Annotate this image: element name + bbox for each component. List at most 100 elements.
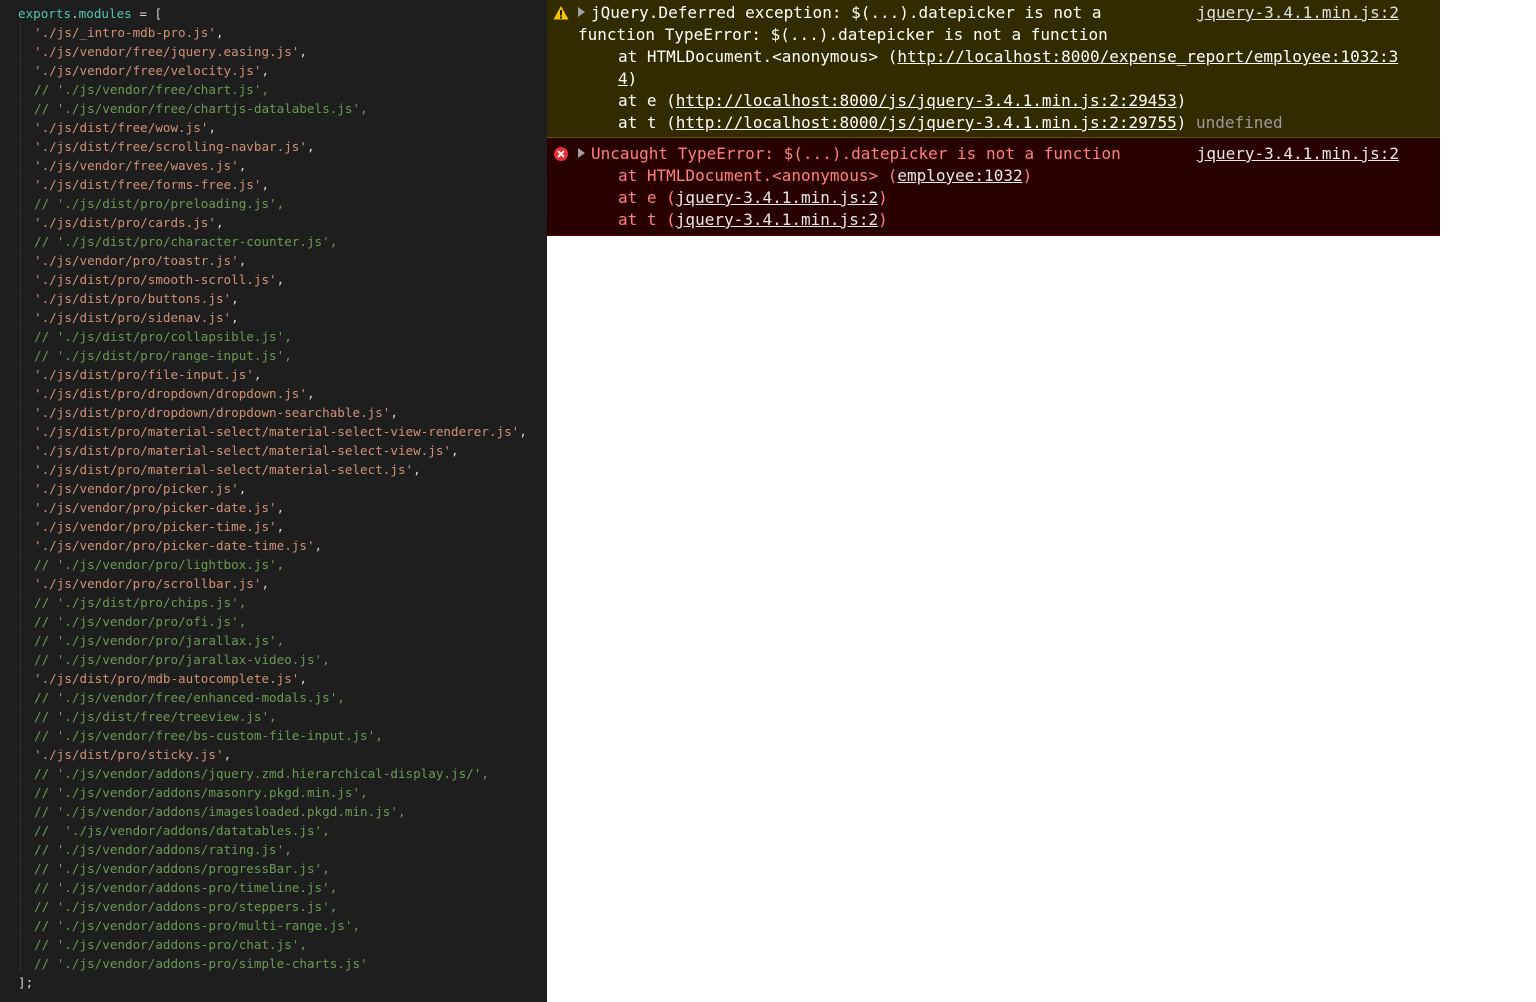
console-error-message[interactable]: jquery-3.4.1.min.js:2 Uncaught TypeError…: [547, 138, 1440, 236]
indent-guide: [20, 745, 21, 764]
comma-punctuation: ,: [299, 671, 307, 686]
string-literal: './js/vendor/free/velocity.js': [34, 63, 262, 78]
comma-punctuation: ,: [238, 481, 247, 496]
comment-text: // './js/vendor/addons/progressBar.js',: [34, 861, 330, 876]
comment-text: // './js/vendor/addons-pro/timeline.js',: [34, 880, 338, 895]
exports-identifier: exports: [18, 6, 72, 21]
comment-text: // './js/vendor/addons-pro/simple-charts…: [34, 956, 368, 971]
indent-guide: [20, 536, 21, 555]
stack-frame-suffix: ): [1176, 113, 1187, 132]
error-icon: [554, 147, 568, 161]
comment-text: // './js/dist/free/treeview.js',: [34, 709, 277, 724]
code-line-module-path: './js/dist/pro/cards.js',: [0, 213, 547, 232]
stack-frame-link[interactable]: employee:1032: [897, 166, 1022, 185]
stack-frame-suffix: ): [1022, 166, 1033, 185]
indent-guide: [20, 175, 21, 194]
expand-triangle-icon[interactable]: [578, 7, 585, 17]
code-line-module-path: './js/dist/pro/sticky.js',: [0, 745, 547, 764]
comma-punctuation: ,: [223, 747, 232, 762]
code-line-module-path: './js/vendor/pro/picker-date.js',: [0, 498, 547, 517]
indent-guide: [20, 479, 21, 498]
stack-frame-suffix: ): [878, 210, 888, 229]
error-stack-frame-0: at HTMLDocument.<anonymous> (employee:10…: [578, 165, 1400, 187]
comment-text: // './js/vendor/free/bs-custom-file-inpu…: [34, 728, 383, 743]
indent-guide: [20, 213, 21, 232]
string-literal: './js/vendor/pro/picker-time.js': [34, 519, 277, 534]
code-editor[interactable]: exports.modules = [ './js/_intro-mdb-pro…: [0, 0, 547, 1002]
code-line-module-path: './js/vendor/free/waves.js',: [0, 156, 547, 175]
code-line-module-path: './js/dist/pro/buttons.js',: [0, 289, 547, 308]
code-line-comment: // './js/dist/pro/collapsible.js',: [0, 327, 547, 346]
stack-frame-url-link[interactable]: http://localhost:8000/js/jquery-3.4.1.mi…: [676, 91, 1177, 110]
code-line-comment: // './js/vendor/addons/jquery.zmd.hierar…: [0, 764, 547, 783]
code-line-comment: // './js/vendor/pro/lightbox.js',: [0, 555, 547, 574]
string-literal: './js/vendor/pro/toastr.js': [34, 253, 239, 268]
code-line-comment: // './js/dist/pro/chips.js',: [0, 593, 547, 612]
code-line-module-path: './js/vendor/free/velocity.js',: [0, 61, 547, 80]
string-literal: './js/dist/pro/cards.js': [34, 215, 216, 230]
stack-frame-link[interactable]: jquery-3.4.1.min.js:2: [676, 210, 878, 229]
indent-guide: [20, 517, 21, 536]
error-source-link[interactable]: jquery-3.4.1.min.js:2: [1197, 143, 1399, 165]
code-line-module-path: './js/dist/pro/smooth-scroll.js',: [0, 270, 547, 289]
indent-guide: [20, 802, 21, 821]
code-line-comment: // './js/vendor/addons/rating.js',: [0, 840, 547, 859]
indent-guide: [20, 840, 21, 859]
string-literal: './js/dist/pro/file-input.js': [34, 367, 254, 382]
indent-guide: [20, 555, 21, 574]
indent-guide: [20, 707, 21, 726]
code-line-module-path: './js/_intro-mdb-pro.js',: [0, 23, 547, 42]
code-line-module-path: './js/dist/pro/dropdown/dropdown-searcha…: [0, 403, 547, 422]
comment-text: // './js/vendor/addons/datatables.js',: [34, 823, 330, 838]
expand-triangle-icon[interactable]: [578, 148, 585, 158]
comma-punctuation: ,: [413, 462, 421, 477]
stack-frame-url-link[interactable]: http://localhost:8000/js/jquery-3.4.1.mi…: [676, 113, 1177, 132]
code-line-close: ];: [0, 973, 547, 992]
indent-guide: [20, 422, 21, 441]
comma-punctuation: ,: [208, 120, 216, 135]
code-lines-container: './js/_intro-mdb-pro.js', './js/vendor/fr…: [0, 23, 547, 973]
code-line-module-path: './js/dist/pro/file-input.js',: [0, 365, 547, 384]
stack-frame-prefix: at HTMLDocument.<anonymous> (: [618, 166, 898, 185]
indent-guide: [20, 137, 21, 156]
code-line-comment: // './js/vendor/free/chartjs-datalabels.…: [0, 99, 547, 118]
modules-property: modules: [78, 6, 132, 21]
comma-punctuation: ,: [276, 500, 285, 515]
stack-frame-link[interactable]: jquery-3.4.1.min.js:2: [676, 188, 878, 207]
warning-source-link[interactable]: jquery-3.4.1.min.js:2: [1197, 2, 1399, 24]
code-line-module-path: './js/dist/free/scrolling-navbar.js',: [0, 137, 547, 156]
warning-stack-frame-0: at HTMLDocument.<anonymous> (http://loca…: [578, 46, 1400, 90]
comment-text: // './js/vendor/addons-pro/steppers.js',: [34, 899, 338, 914]
indent-guide: [20, 308, 21, 327]
indent-guide: [20, 878, 21, 897]
code-line-module-path: './js/vendor/pro/picker-time.js',: [0, 517, 547, 536]
code-line-module-path: './js/dist/free/wow.js',: [0, 118, 547, 137]
comma-punctuation: ,: [238, 253, 247, 268]
indent-guide: [20, 194, 21, 213]
code-line-module-path: './js/dist/pro/mdb-autocomplete.js',: [0, 669, 547, 688]
string-literal: './js/dist/pro/dropdown/dropdown-searcha…: [34, 405, 391, 420]
code-line-module-path: './js/vendor/pro/scrollbar.js',: [0, 574, 547, 593]
comma-punctuation: ,: [390, 405, 398, 420]
string-literal: './js/_intro-mdb-pro.js': [34, 25, 216, 40]
comma-punctuation: ,: [299, 44, 307, 59]
string-literal: './js/dist/pro/sidenav.js': [34, 310, 232, 325]
string-literal: './js/dist/pro/sticky.js': [34, 747, 224, 762]
comma-punctuation: ,: [261, 63, 270, 78]
comment-text: // './js/vendor/pro/jarallax.js',: [34, 633, 285, 648]
string-literal: './js/vendor/pro/picker-date-time.js': [34, 538, 315, 553]
code-line-module-path: './js/vendor/free/jquery.easing.js',: [0, 42, 547, 61]
indent-guide: [20, 612, 21, 631]
console-warning-message[interactable]: jquery-3.4.1.min.js:2 jQuery.Deferred ex…: [547, 0, 1440, 138]
code-line-comment: // './js/vendor/addons-pro/multi-range.j…: [0, 916, 547, 935]
indent-guide: [20, 384, 21, 403]
string-literal: './js/dist/pro/material-select/material-…: [34, 443, 452, 458]
string-literal: './js/vendor/free/jquery.easing.js': [34, 44, 300, 59]
indent-guide: [20, 441, 21, 460]
comment-text: // './js/dist/pro/collapsible.js',: [34, 329, 292, 344]
indent-guide: [20, 783, 21, 802]
string-literal: './js/dist/free/scrolling-navbar.js': [34, 139, 307, 154]
warning-second-line: function TypeError: $(...).datepicker is…: [578, 25, 1108, 44]
code-line-comment: // './js/vendor/pro/jarallax.js',: [0, 631, 547, 650]
warning-stack-frame-1: at e (http://localhost:8000/js/jquery-3.…: [578, 90, 1400, 112]
